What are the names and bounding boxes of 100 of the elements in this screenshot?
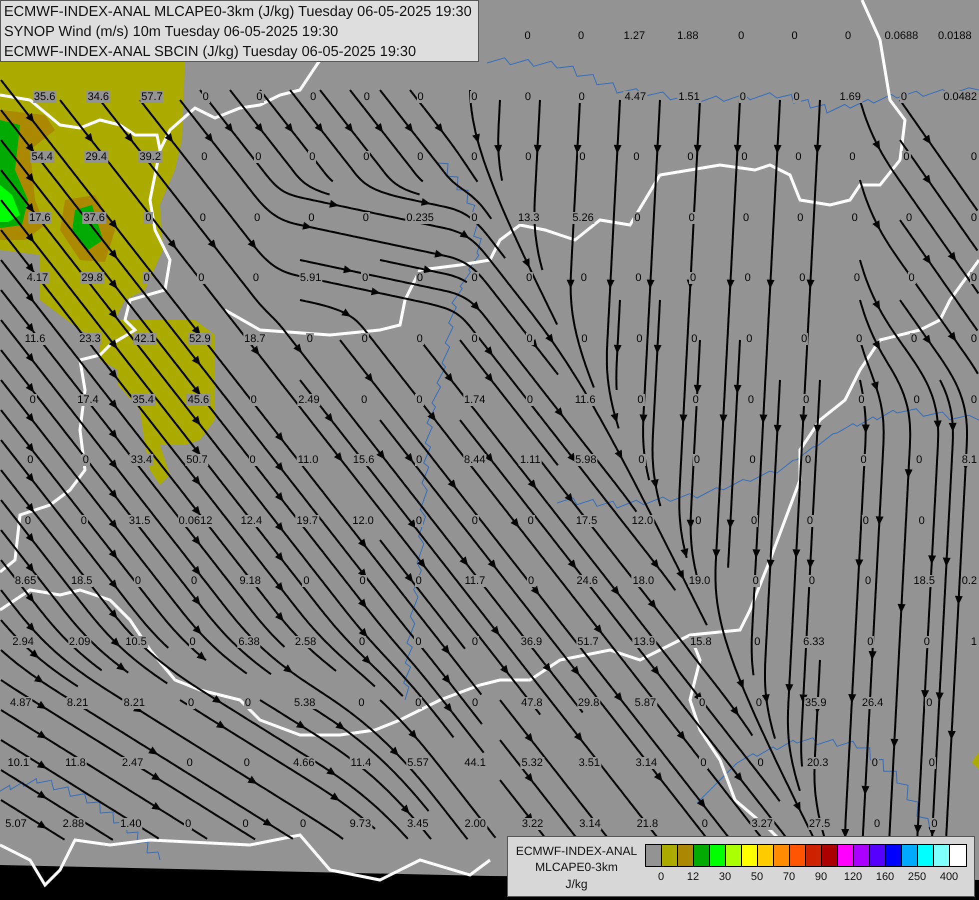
station-value: 0 [928, 757, 936, 770]
station-value: 0 [28, 394, 37, 406]
station-value: 18.0 [632, 575, 656, 588]
station-value: 0 [197, 272, 206, 284]
station-value: 11.6 [574, 394, 596, 406]
station-value: 0 [864, 575, 872, 588]
station-value: 0 [738, 90, 747, 103]
station-value: 0 [362, 212, 370, 224]
scale-label: 70 [782, 871, 796, 883]
station-value: 18.5 [70, 575, 94, 588]
station-value: 0 [692, 454, 702, 466]
station-value: 0 [688, 212, 696, 224]
station-value: 0 [470, 636, 480, 648]
station-value: 0 [255, 90, 264, 103]
station-value: 0 [80, 514, 88, 527]
station-value: 0 [200, 151, 208, 164]
station-value: 1.40 [119, 818, 142, 830]
station-value: 0 [470, 696, 480, 709]
station-value: 0 [918, 514, 926, 527]
station-value: 0 [634, 272, 642, 284]
station-value: 0 [252, 272, 260, 284]
station-value: 0 [415, 394, 424, 406]
station-value: 5.57 [406, 757, 430, 770]
station-value: 5.26 [571, 212, 595, 224]
station-value: 0 [872, 818, 882, 830]
station-value: 57.7 [140, 90, 164, 103]
station-value: 11.0 [296, 454, 320, 466]
station-value: 0 [298, 818, 308, 830]
station-value: 0 [307, 212, 316, 224]
station-value: 47.8 [520, 696, 544, 709]
station-value: 0 [700, 818, 709, 830]
station-value: 0 [852, 272, 861, 284]
station-value: 0 [526, 575, 536, 588]
station-value: 0.0188 [936, 30, 973, 42]
station-value: 0 [752, 575, 760, 588]
station-value: 0 [198, 212, 207, 224]
station-value: 39.2 [138, 151, 162, 164]
station-value: 0 [134, 575, 142, 588]
station-value: 0 [242, 818, 250, 830]
legend-title: ECMWF-INDEX-ANAL [516, 843, 638, 859]
station-value: 0 [636, 394, 644, 406]
station-value: 10.5 [124, 636, 148, 648]
station-value: 4.17 [26, 272, 50, 284]
station-value: 4.87 [9, 696, 32, 709]
station-value: 0 [524, 90, 532, 103]
station-value: 0 [806, 514, 814, 527]
station-value: 0 [526, 394, 534, 406]
station-value: 8.1 [960, 454, 978, 466]
station-value: 13.3 [517, 212, 540, 224]
station-value: 9.73 [348, 818, 372, 830]
station-value: 36.9 [520, 636, 544, 648]
station-value: 0 [912, 394, 921, 406]
station-value: 0.235 [405, 212, 435, 224]
station-value: 0 [790, 30, 799, 42]
station-value: 0 [698, 696, 706, 709]
station-value: 0 [808, 575, 816, 588]
station-value: 0 [844, 30, 852, 42]
cape-area [972, 752, 979, 770]
station-value: 0 [686, 151, 694, 164]
scale-label: 120 [844, 871, 862, 883]
station-value: 5.07 [4, 818, 28, 830]
station-value: 17.4 [76, 394, 100, 406]
station-value: 0 [692, 394, 700, 406]
station-value: 0 [740, 151, 748, 164]
station-value: 0 [82, 454, 90, 466]
station-value: 8.44 [463, 454, 486, 466]
station-value: 0 [578, 90, 586, 103]
station-value: 52.9 [188, 333, 212, 345]
station-value: 0 [870, 757, 879, 770]
map-title: ECMWF-INDEX-ANAL MLCAPE0-3km (J/kg) Tuesday 06-05-2025 19:30 [4, 3, 473, 22]
scale-label: 50 [750, 871, 764, 883]
station-value: 0 [637, 454, 646, 466]
station-value: 29.4 [84, 151, 108, 164]
station-value: 1.88 [676, 30, 700, 42]
station-value: 0 [250, 394, 258, 406]
station-value: 0 [244, 696, 252, 709]
station-value: 24.6 [576, 575, 599, 588]
station-value: 0 [202, 90, 210, 103]
station-value: 33.4 [130, 454, 154, 466]
station-value: 15.6 [352, 454, 376, 466]
station-value: 0 [187, 696, 196, 709]
station-value: 0 [414, 636, 423, 648]
station-value: 0 [142, 272, 151, 284]
station-value: 0 [414, 514, 424, 527]
station-value: 0 [900, 90, 908, 103]
station-value: 23.3 [78, 333, 102, 345]
station-value: 19.0 [688, 575, 712, 588]
station-value: 0 [860, 454, 868, 466]
scale-label: 0 [658, 871, 664, 883]
station-value: 0 [742, 212, 750, 224]
station-value: 3.14 [634, 757, 658, 770]
station-value: 3.14 [578, 818, 602, 830]
station-value: 0 [925, 696, 934, 709]
station-value: 0 [915, 454, 924, 466]
station-value: 17.6 [28, 212, 52, 224]
station-value: 0 [930, 818, 938, 830]
station-value: 0 [922, 636, 931, 648]
station-value: 0 [415, 454, 424, 466]
station-value: 1.69 [838, 90, 862, 103]
station-value: 0 [910, 333, 918, 345]
